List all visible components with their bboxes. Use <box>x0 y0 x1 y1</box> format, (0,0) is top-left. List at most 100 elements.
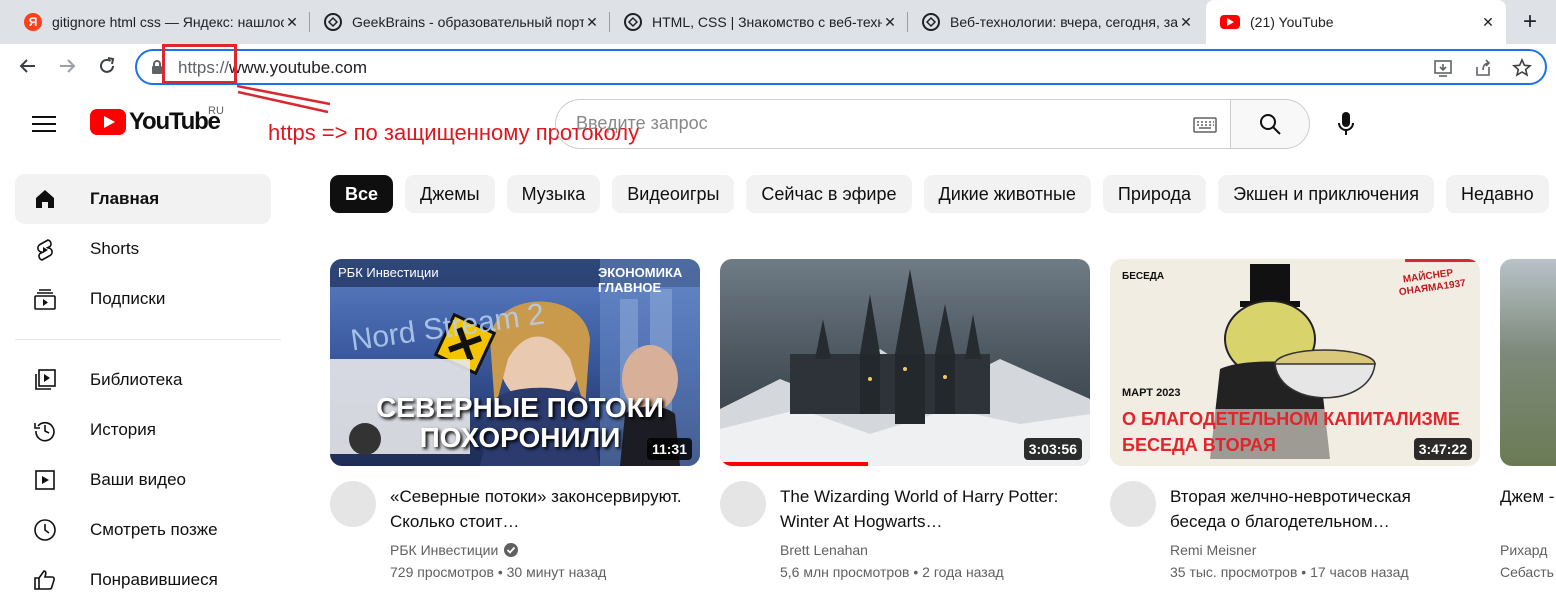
browser-tab-active[interactable]: (21) YouTube ✕ <box>1206 0 1506 44</box>
chip[interactable]: Видеоигры <box>612 175 735 213</box>
close-tab-icon[interactable]: ✕ <box>1178 14 1194 31</box>
geekbrains-icon <box>624 13 642 31</box>
chip[interactable]: Природа <box>1102 175 1207 213</box>
library-icon <box>32 367 58 393</box>
close-tab-icon[interactable]: ✕ <box>1480 14 1496 31</box>
channel-name[interactable]: Remi Meisner <box>1170 542 1256 558</box>
subscriptions-icon <box>32 286 58 312</box>
search-button[interactable] <box>1230 99 1310 149</box>
close-tab-icon[interactable]: ✕ <box>882 14 898 31</box>
channel-name[interactable]: Рихард <box>1500 542 1547 558</box>
chip-all[interactable]: Все <box>330 175 394 213</box>
video-title[interactable]: «Северные потоки» законсервируют. Скольк… <box>390 484 690 534</box>
chip[interactable]: Дикие животные <box>923 175 1091 213</box>
youtube-logo[interactable]: YouTube RU <box>90 105 224 136</box>
video-thumbnail[interactable]: 3:03:56 <box>720 259 1090 466</box>
tab-title: HTML, CSS | Знакомство с веб-технологиям… <box>652 14 882 30</box>
chip[interactable]: Сейчас в эфире <box>746 175 912 213</box>
back-button[interactable] <box>14 52 42 80</box>
view-count: 35 тыс. просмотров <box>1170 564 1298 580</box>
browser-tab[interactable]: Я gitignore html css — Яндекс: нашлось ✕ <box>10 0 310 44</box>
home-icon <box>32 186 58 212</box>
arrow-left-icon <box>19 59 35 73</box>
voice-search-button[interactable] <box>1330 108 1362 140</box>
sidebar-item-library[interactable]: Библиотека <box>15 355 271 405</box>
channel-name[interactable]: РБК Инвестиции <box>390 542 519 558</box>
new-tab-button[interactable]: + <box>1516 8 1544 36</box>
share-icon[interactable] <box>1473 58 1493 78</box>
close-tab-icon[interactable]: ✕ <box>584 14 600 31</box>
sidebar-item-watch-later[interactable]: Смотреть позже <box>15 505 271 555</box>
star-icon[interactable] <box>1512 58 1532 78</box>
keyboard-icon[interactable] <box>1193 117 1217 138</box>
chip[interactable]: Недавно <box>1445 175 1549 213</box>
sidebar-item-label: Понравившиеся <box>90 570 218 589</box>
shorts-icon <box>32 236 58 262</box>
thumb-section-label: ЭКОНОМИКА ГЛАВНОЕ <box>598 265 683 295</box>
sidebar-item-shorts[interactable]: Shorts <box>15 224 271 274</box>
video-title[interactable]: The Wizarding World of Harry Potter: Win… <box>780 484 1080 534</box>
chip[interactable]: Джемы <box>405 175 495 213</box>
history-icon <box>32 417 58 443</box>
browser-tab-bar: Я gitignore html css — Яндекс: нашлось ✕… <box>0 0 1556 44</box>
video-thumbnail[interactable]: РБК Инвестиции ЭКОНОМИКА ГЛАВНОЕ Nord St… <box>330 259 700 466</box>
youtube-icon <box>1220 15 1240 29</box>
video-card[interactable]: 3:03:56 The Wizarding World of Harry Pot… <box>720 259 1091 580</box>
video-title[interactable]: Вторая желчно-невротическая беседа о бла… <box>1170 484 1470 534</box>
browser-tab[interactable]: Веб-технологии: вчера, сегодня, завтра ✕ <box>908 0 1204 44</box>
thumb-headline: СЕВЕРНЫЕ ПОТОКИ ПОХОРОНИЛИ <box>376 392 664 453</box>
address-bar[interactable]: https://www.youtube.com <box>135 49 1547 85</box>
channel-name[interactable]: Brett Lenahan <box>780 542 868 558</box>
sidebar: Главная Shorts Подписки Библиотека Истор… <box>15 174 281 605</box>
video-duration: 3:47:22 <box>1413 438 1472 460</box>
sidebar-item-label: Библиотека <box>90 370 183 389</box>
search-input[interactable]: Введите запрос <box>555 99 1231 149</box>
video-card[interactable]: РБК Инвестиции ЭКОНОМИКА ГЛАВНОЕ Nord St… <box>330 259 701 580</box>
thumbnail-art <box>720 269 1090 466</box>
install-app-icon[interactable] <box>1433 58 1453 78</box>
annotation-box <box>162 44 237 84</box>
video-card[interactable]: Джем - (Fingal' Рихард Себасть <box>1500 259 1556 599</box>
tab-title: gitignore html css — Яндекс: нашлось <box>52 14 284 30</box>
search-placeholder: Введите запрос <box>576 113 708 133</box>
video-thumbnail[interactable] <box>1500 259 1556 466</box>
your-videos-icon <box>32 467 58 493</box>
upload-age: 30 минут назад <box>506 564 607 580</box>
chip[interactable]: Музыка <box>506 175 601 213</box>
avatar[interactable] <box>1110 481 1156 527</box>
url-host: www.youtube.com <box>229 58 367 77</box>
browser-tab[interactable]: HTML, CSS | Знакомство с веб-технологиям… <box>610 0 908 44</box>
sidebar-item-liked[interactable]: Понравившиеся <box>15 555 271 605</box>
tab-title: GeekBrains - образовательный портал <box>352 14 584 30</box>
reload-button[interactable] <box>93 52 121 80</box>
geekbrains-icon <box>324 13 342 31</box>
avatar[interactable] <box>330 481 376 527</box>
sidebar-item-home[interactable]: Главная <box>15 174 271 224</box>
video-duration: 11:31 <box>646 438 692 460</box>
search-icon <box>1260 114 1281 135</box>
microphone-icon <box>1338 112 1354 135</box>
thumb-subheadline: БЕСЕДА ВТОРАЯ <box>1122 435 1276 455</box>
thumb-channel-mark: РБК Инвестиции <box>338 265 439 280</box>
close-tab-icon[interactable]: ✕ <box>284 14 300 31</box>
thumb-label: БЕСЕДА <box>1122 271 1165 282</box>
thumb-date: МАРТ 2023 <box>1122 387 1181 399</box>
sidebar-item-history[interactable]: История <box>15 405 271 455</box>
video-title[interactable]: Джем - (Fingal' <box>1500 484 1556 509</box>
browser-tab[interactable]: GeekBrains - образовательный портал ✕ <box>310 0 610 44</box>
forward-button[interactable] <box>53 52 81 80</box>
menu-icon[interactable] <box>32 112 58 136</box>
sidebar-item-label: Главная <box>90 189 160 208</box>
sidebar-item-label: История <box>90 420 156 439</box>
sidebar-item-your-videos[interactable]: Ваши видео <box>15 455 271 505</box>
chip[interactable]: Экшен и приключения <box>1218 175 1434 213</box>
country-code: RU <box>208 105 224 117</box>
video-meta: 5,6 млн просмотров • 2 года назад <box>780 564 1004 580</box>
sidebar-item-subscriptions[interactable]: Подписки <box>15 274 271 324</box>
video-thumbnail[interactable]: БЕСЕДА МАЙСНЕР ОНАЯМА1937 МАРТ 2023 О БЛ… <box>1110 259 1480 466</box>
yandex-icon: Я <box>24 13 42 31</box>
video-meta: 729 просмотров • 30 минут назад <box>390 564 607 580</box>
avatar[interactable] <box>720 481 766 527</box>
sidebar-item-label: Shorts <box>90 239 140 258</box>
video-card[interactable]: БЕСЕДА МАЙСНЕР ОНАЯМА1937 МАРТ 2023 О БЛ… <box>1110 259 1481 580</box>
